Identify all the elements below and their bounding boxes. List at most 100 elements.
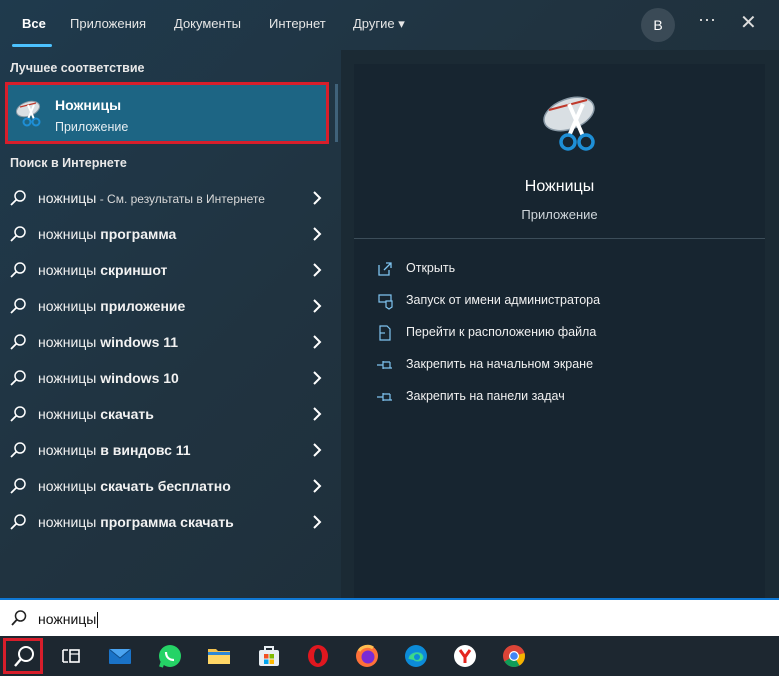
action-open[interactable]: Открыть <box>376 258 756 280</box>
search-query: ножницы <box>38 611 97 627</box>
taskbar <box>0 636 779 676</box>
web-suggestion-item[interactable]: ножницы - См. результаты в Интернете <box>0 180 341 216</box>
suggestion-suffix: скачать <box>96 406 154 422</box>
tab-other[interactable]: Другие ▾ <box>353 16 405 32</box>
admin-shield-icon <box>378 294 393 310</box>
file-explorer-icon[interactable] <box>205 642 233 670</box>
edge-icon[interactable] <box>402 642 430 670</box>
web-suggestion-item[interactable]: ножницы в виндовс 11 <box>0 432 341 468</box>
query-text: ножницы <box>38 298 97 314</box>
tab-apps[interactable]: Приложения <box>70 16 146 31</box>
search-icon <box>10 226 26 242</box>
query-text: ножницы <box>38 226 97 242</box>
preview-pane: Ножницы Приложение Открыть Запуск от име… <box>341 50 779 598</box>
best-match-item[interactable]: Ножницы Приложение <box>5 82 329 144</box>
microsoft-store-icon[interactable] <box>255 642 283 670</box>
best-match-title: Лучшее соответствие <box>10 61 145 75</box>
chevron-right-icon[interactable] <box>310 260 324 280</box>
search-icon <box>14 646 34 667</box>
action-pin-start[interactable]: Закрепить на начальном экране <box>376 354 756 376</box>
preview-card: Ножницы Приложение Открыть Запуск от име… <box>354 64 765 598</box>
opera-icon[interactable] <box>304 642 332 670</box>
action-open-file-location[interactable]: Перейти к расположению файла <box>376 322 756 344</box>
web-suggestion-item[interactable]: ножницы windows 10 <box>0 360 341 396</box>
search-tabs: Все Приложения Документы Интернет Другие… <box>0 0 779 50</box>
web-suggestion-text: ножницы скриншот <box>38 262 167 278</box>
search-icon <box>10 298 26 314</box>
preview-app-type: Приложение <box>521 207 598 222</box>
firefox-icon[interactable] <box>353 642 381 670</box>
web-suggestion-item[interactable]: ножницы программа <box>0 216 341 252</box>
chrome-icon[interactable] <box>500 642 528 670</box>
suggestion-suffix: - См. результаты в Интернете <box>96 192 265 206</box>
open-icon <box>378 262 392 276</box>
chevron-right-icon[interactable] <box>310 476 324 496</box>
chevron-right-icon[interactable] <box>310 368 324 388</box>
text-caret <box>97 612 99 629</box>
action-label: Закрепить на начальном экране <box>406 357 594 371</box>
taskbar-search-button[interactable] <box>3 638 43 674</box>
scrollbar[interactable] <box>335 84 338 142</box>
avatar[interactable]: В <box>641 8 675 42</box>
action-label: Перейти к расположению файла <box>406 325 597 339</box>
search-icon <box>10 370 26 386</box>
more-options-button[interactable]: ⋯ <box>698 10 716 31</box>
query-text: ножницы <box>38 406 97 422</box>
tab-internet[interactable]: Интернет <box>269 16 326 31</box>
web-suggestion-text: ножницы скачать <box>38 406 154 422</box>
web-suggestion-item[interactable]: ножницы windows 11 <box>0 324 341 360</box>
chevron-right-icon[interactable] <box>310 512 324 532</box>
preview-app-name: Ножницы <box>524 178 595 195</box>
search-icon <box>10 190 26 206</box>
search-icon <box>10 334 26 350</box>
search-icon <box>10 442 26 458</box>
chevron-right-icon[interactable] <box>310 332 324 352</box>
tab-all[interactable]: Все <box>22 16 46 31</box>
web-suggestion-text: ножницы - См. результаты в Интернете <box>38 190 265 206</box>
action-run-as-admin[interactable]: Запуск от имени администратора <box>376 290 756 312</box>
tab-documents[interactable]: Документы <box>174 16 241 31</box>
snipping-tool-icon <box>15 100 41 127</box>
search-icon <box>11 610 27 626</box>
active-tab-indicator <box>12 44 52 47</box>
action-label: Закрепить на панели задач <box>406 389 565 403</box>
mail-icon[interactable] <box>106 642 134 670</box>
suggestion-suffix: windows 11 <box>96 334 179 350</box>
chevron-right-icon[interactable] <box>310 296 324 316</box>
web-suggestion-text: ножницы windows 10 <box>38 370 179 386</box>
web-suggestion-item[interactable]: ножницы приложение <box>0 288 341 324</box>
search-bar[interactable]: ножницы <box>0 598 779 636</box>
search-icon <box>10 514 26 530</box>
search-icon <box>10 478 26 494</box>
web-suggestion-text: ножницы в виндовс 11 <box>38 442 191 458</box>
chevron-right-icon[interactable] <box>310 404 324 424</box>
suggestion-suffix: программа <box>96 226 177 242</box>
query-text: ножницы <box>38 514 97 530</box>
results-list: Лучшее соответствие Ножницы Приложение П… <box>0 50 341 598</box>
suggestion-suffix: скриншот <box>96 262 168 278</box>
query-text: ножницы <box>38 370 97 386</box>
chevron-right-icon[interactable] <box>310 440 324 460</box>
chevron-down-icon: ▾ <box>398 16 405 31</box>
yandex-browser-icon[interactable] <box>451 642 479 670</box>
chevron-right-icon[interactable] <box>310 224 324 244</box>
file-location-icon <box>379 325 391 341</box>
search-input[interactable]: ножницы <box>38 611 99 629</box>
pin-icon <box>377 393 392 401</box>
close-button[interactable]: ✕ <box>740 10 757 35</box>
web-suggestion-text: ножницы скачать бесплатно <box>38 478 231 494</box>
best-match-type: Приложение <box>55 120 129 134</box>
suggestion-suffix: в виндовс 11 <box>96 442 191 458</box>
task-view-icon[interactable] <box>57 642 85 670</box>
web-suggestion-item[interactable]: ножницы скачать <box>0 396 341 432</box>
web-suggestion-item[interactable]: ножницы скачать бесплатно <box>0 468 341 504</box>
whatsapp-icon[interactable] <box>156 642 184 670</box>
query-text: ножницы <box>38 190 97 206</box>
chevron-right-icon[interactable] <box>310 188 324 208</box>
search-icon <box>10 262 26 278</box>
query-text: ножницы <box>38 262 97 278</box>
web-suggestion-item[interactable]: ножницы скриншот <box>0 252 341 288</box>
web-suggestion-text: ножницы программа скачать <box>38 514 234 530</box>
action-pin-taskbar[interactable]: Закрепить на панели задач <box>376 386 756 408</box>
web-suggestion-item[interactable]: ножницы программа скачать <box>0 504 341 540</box>
